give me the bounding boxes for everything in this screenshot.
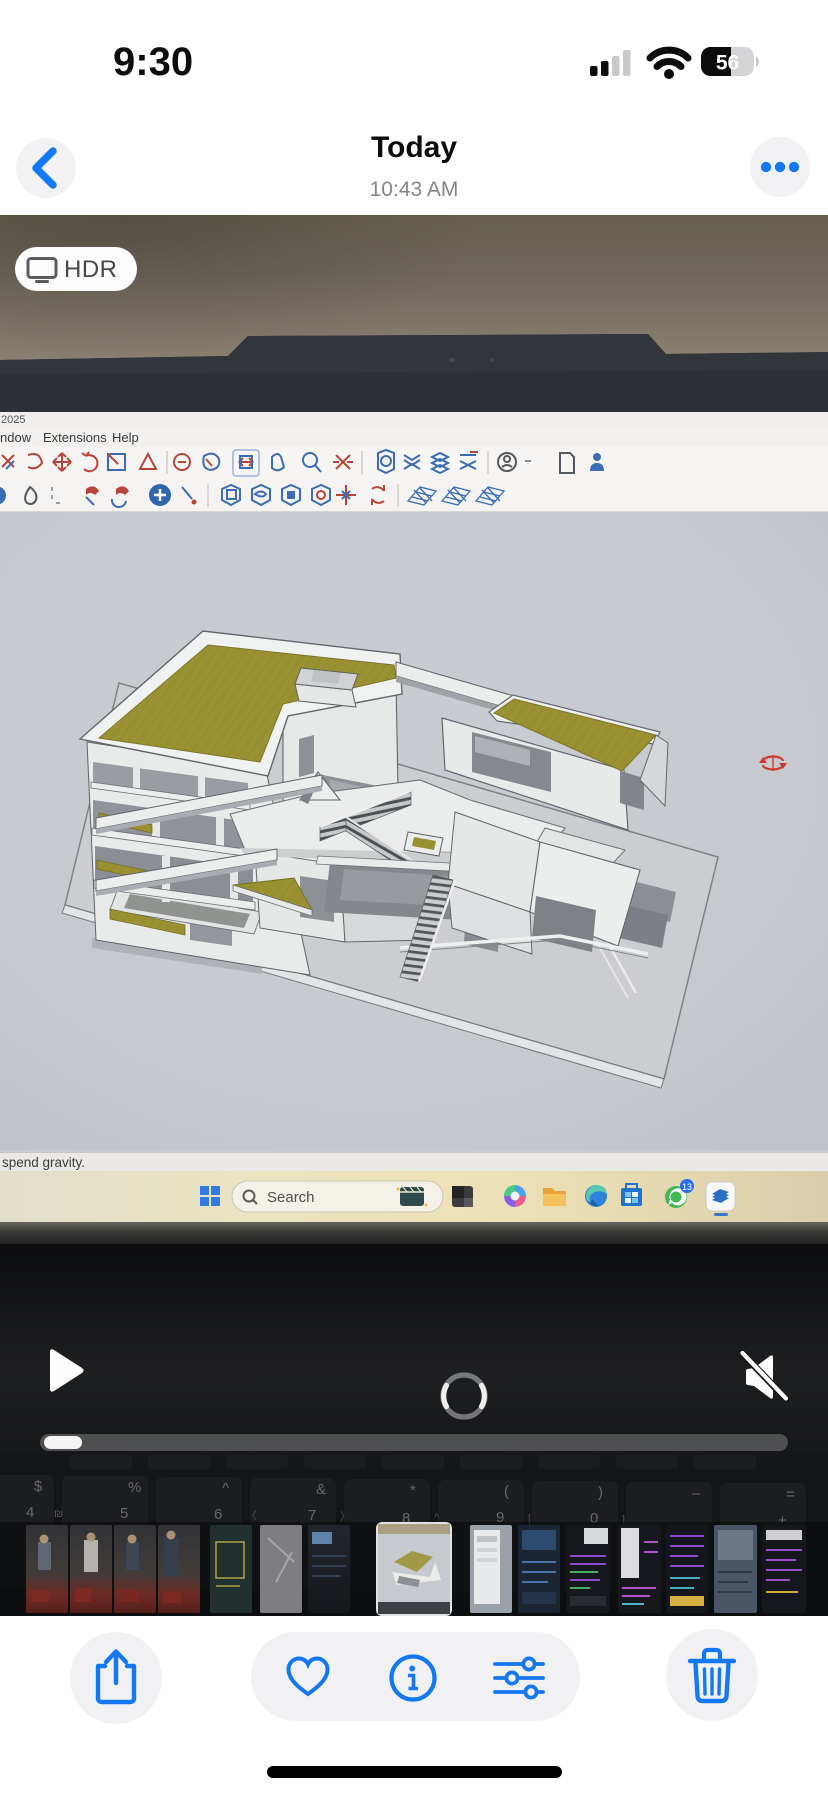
svg-text:Search: Search [267,1189,315,1206]
svg-text:4: 4 [26,1504,34,1521]
svg-text:13: 13 [682,1182,692,1192]
svg-text:^: ^ [222,1480,229,1497]
svg-text:–: – [692,1485,701,1502]
svg-text:%: % [128,1479,141,1496]
svg-text:&: & [316,1481,326,1498]
svg-text:5: 5 [120,1505,128,1522]
svg-text:56: 56 [716,52,739,75]
svg-text:): ) [598,1484,603,1501]
svg-text:6: 6 [214,1506,222,1523]
svg-text:(: ( [504,1483,509,1500]
svg-text:〈: 〈 [246,1509,257,1522]
svg-text:*: * [410,1482,416,1499]
svg-text:₪: ₪ [54,1508,63,1520]
svg-text:=: = [786,1486,795,1503]
svg-text:$: $ [34,1478,43,1495]
